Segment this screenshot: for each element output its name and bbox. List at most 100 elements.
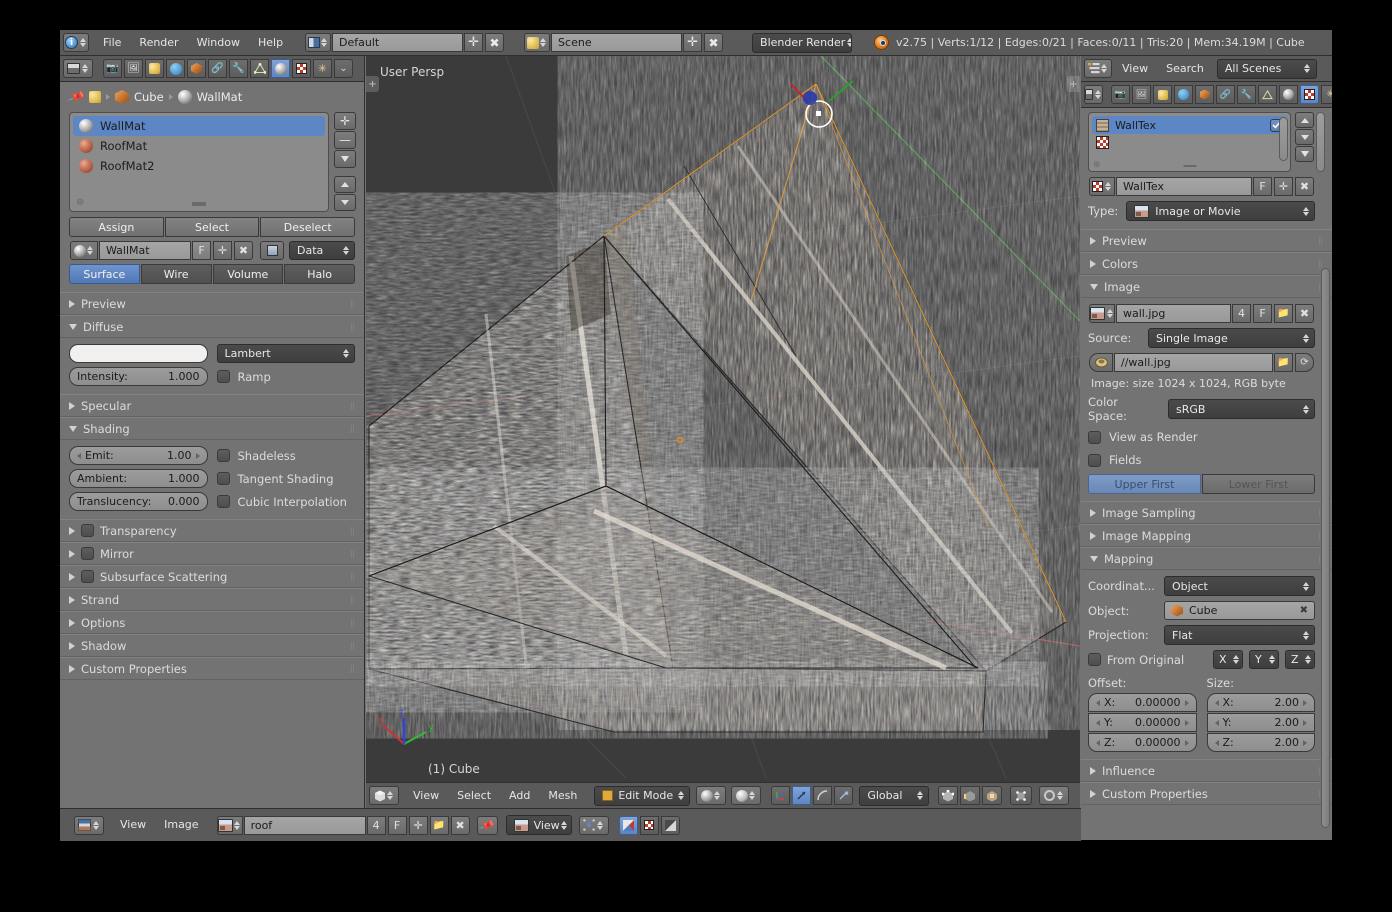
cubic-interpolation-row[interactable]: Cubic Interpolation: [216, 492, 356, 511]
tab-render-icon[interactable]: 📷: [103, 59, 122, 78]
tab-data-icon[interactable]: [250, 59, 269, 78]
projection-axis-z-dropdown[interactable]: Z: [1285, 650, 1315, 669]
list-grip-handle[interactable]: [192, 202, 206, 206]
transparency-checkbox[interactable]: [81, 524, 94, 537]
texture-browse-icon[interactable]: [1089, 177, 1115, 196]
image-editor-pin-icon[interactable]: 📌: [476, 815, 498, 835]
editor-type-view3d-icon[interactable]: [369, 786, 399, 805]
menu-window[interactable]: Window: [188, 33, 249, 53]
image-editor-unlink-button[interactable]: ✖: [450, 815, 470, 835]
outliner-display-mode-dropdown[interactable]: All Scenes: [1216, 58, 1317, 79]
tab-object-icon[interactable]: [1195, 85, 1214, 104]
upper-first-button[interactable]: Upper First: [1088, 474, 1201, 494]
viewport-shading-dropdown[interactable]: [696, 786, 727, 805]
shadeless-checkbox[interactable]: [216, 449, 230, 462]
scale-manipulator-icon[interactable]: [834, 786, 854, 805]
panel-image[interactable]: Image ⣿: [1081, 275, 1332, 298]
material-slot-row[interactable]: RoofMat: [73, 136, 325, 156]
material-unlink-button[interactable]: ✖: [234, 241, 253, 260]
material-browse-icon[interactable]: [70, 241, 98, 260]
screen-layout-icon[interactable]: [305, 33, 332, 52]
tab-material-icon[interactable]: [271, 59, 290, 78]
cubic-interpolation-checkbox[interactable]: [216, 495, 230, 508]
projection-dropdown[interactable]: Flat: [1164, 625, 1315, 645]
panel-transparency[interactable]: Transparency ⣿: [60, 519, 364, 542]
viewport-menu-mesh[interactable]: Mesh: [539, 786, 586, 806]
texture-new-button[interactable]: ✛: [1274, 177, 1293, 196]
properties-right-scrollbar-track[interactable]: [1321, 268, 1330, 828]
material-fake-user-button[interactable]: F: [192, 241, 211, 260]
viewport-3d[interactable]: User Persp + + x y z (1) Cube View Selec…: [366, 56, 1080, 808]
delete-scene-button[interactable]: ✖: [704, 33, 724, 52]
material-new-button[interactable]: ✛: [213, 241, 232, 260]
tab-volume[interactable]: Volume: [212, 264, 284, 284]
menu-render[interactable]: Render: [130, 33, 187, 53]
open-image-button[interactable]: 📁: [1274, 304, 1293, 323]
tab-render-layers-icon[interactable]: 🖼: [1132, 85, 1151, 104]
viewport-menu-view[interactable]: View: [404, 786, 448, 806]
editor-type-info-icon[interactable]: i: [63, 33, 89, 52]
diffuse-intensity-field[interactable]: Intensity: 1.000: [69, 367, 208, 386]
tab-object-icon[interactable]: [187, 59, 206, 78]
tangent-shading-checkbox[interactable]: [216, 472, 230, 485]
ramp-checkbox[interactable]: [216, 370, 230, 383]
projection-axis-x-dropdown[interactable]: X: [1213, 650, 1243, 669]
diffuse-shader-dropdown[interactable]: Lambert: [216, 344, 355, 363]
projection-axis-y-dropdown[interactable]: Y: [1249, 650, 1279, 669]
display-color-channel-icon[interactable]: [618, 815, 638, 835]
lower-first-button[interactable]: Lower First: [1202, 474, 1315, 494]
tab-physics-icon[interactable]: ⌄: [334, 59, 353, 78]
image-editor-mode-dropdown[interactable]: View: [505, 815, 572, 835]
panel-options[interactable]: Options ⣿: [60, 611, 364, 634]
outliner-menu-view[interactable]: View: [1113, 59, 1157, 79]
from-original-checkbox[interactable]: [1088, 653, 1101, 666]
image-name-field[interactable]: wall.jpg: [1116, 304, 1231, 323]
panel-preview[interactable]: Preview ⣿: [60, 292, 364, 315]
move-texture-down-button[interactable]: [1295, 129, 1314, 145]
panel-strand[interactable]: Strand ⣿: [60, 588, 364, 611]
panel-specular[interactable]: Specular ⣿: [60, 394, 364, 417]
tab-material-icon[interactable]: [1279, 85, 1298, 104]
menu-help[interactable]: Help: [249, 33, 292, 53]
translate-manipulator-icon[interactable]: [792, 786, 812, 805]
tab-particles-icon[interactable]: ✳: [313, 59, 332, 78]
color-space-dropdown[interactable]: sRGB: [1168, 399, 1315, 419]
interaction-mode-dropdown[interactable]: Edit Mode: [594, 785, 691, 806]
material-specials-menu-button[interactable]: [334, 150, 356, 168]
panel-colors[interactable]: Colors ⣿: [1081, 252, 1332, 275]
image-source-dropdown[interactable]: Single Image: [1148, 328, 1315, 348]
tab-wire[interactable]: Wire: [140, 264, 212, 284]
panel-image-sampling[interactable]: Image Sampling ⣿: [1081, 501, 1332, 524]
menu-file[interactable]: File: [94, 33, 130, 53]
tab-world-icon[interactable]: [166, 59, 185, 78]
editor-type-outliner-icon[interactable]: [1084, 59, 1112, 78]
render-preview-mode-icon[interactable]: [731, 786, 762, 805]
tab-scene-icon[interactable]: [145, 59, 164, 78]
image-editor-users-count[interactable]: 4: [366, 815, 386, 835]
panel-mapping[interactable]: Mapping ⣿: [1081, 547, 1332, 570]
material-slot-row[interactable]: RoofMat2: [73, 156, 325, 176]
material-slot-row[interactable]: WallMat: [73, 116, 325, 136]
mapping-object-field[interactable]: Cube ✖: [1164, 601, 1315, 620]
browse-filepath-button[interactable]: 📁: [1274, 353, 1293, 372]
properties-right-scrollbar[interactable]: [1316, 112, 1325, 172]
diffuse-color-swatch[interactable]: [69, 344, 208, 363]
tab-render-layers-icon[interactable]: 🖼: [124, 59, 143, 78]
scene-field[interactable]: Scene: [551, 33, 683, 52]
ramp-row[interactable]: Ramp: [216, 367, 356, 386]
viewport-menu-add[interactable]: Add: [500, 786, 539, 806]
manipulator-toggle-icon[interactable]: [771, 786, 791, 805]
deselect-button[interactable]: Deselect: [260, 217, 356, 237]
scene-icon[interactable]: [524, 33, 551, 52]
move-texture-up-button[interactable]: [1295, 112, 1314, 128]
shadeless-row[interactable]: Shadeless: [216, 446, 356, 465]
unlink-image-button[interactable]: ✖: [1295, 304, 1314, 323]
size-z-field[interactable]: Z: 2.00: [1206, 733, 1315, 752]
move-slot-up-button[interactable]: [334, 176, 356, 193]
image-editor-menu-view[interactable]: View: [111, 815, 155, 835]
image-editor-menu-image[interactable]: Image: [155, 815, 207, 835]
tab-constraints-icon[interactable]: 🔗: [1216, 85, 1235, 104]
image-editor-name-field[interactable]: roof: [243, 815, 366, 835]
list-grip-handle[interactable]: [1183, 165, 1196, 167]
panel-custom-properties[interactable]: Custom Properties ⣿: [1081, 782, 1332, 805]
